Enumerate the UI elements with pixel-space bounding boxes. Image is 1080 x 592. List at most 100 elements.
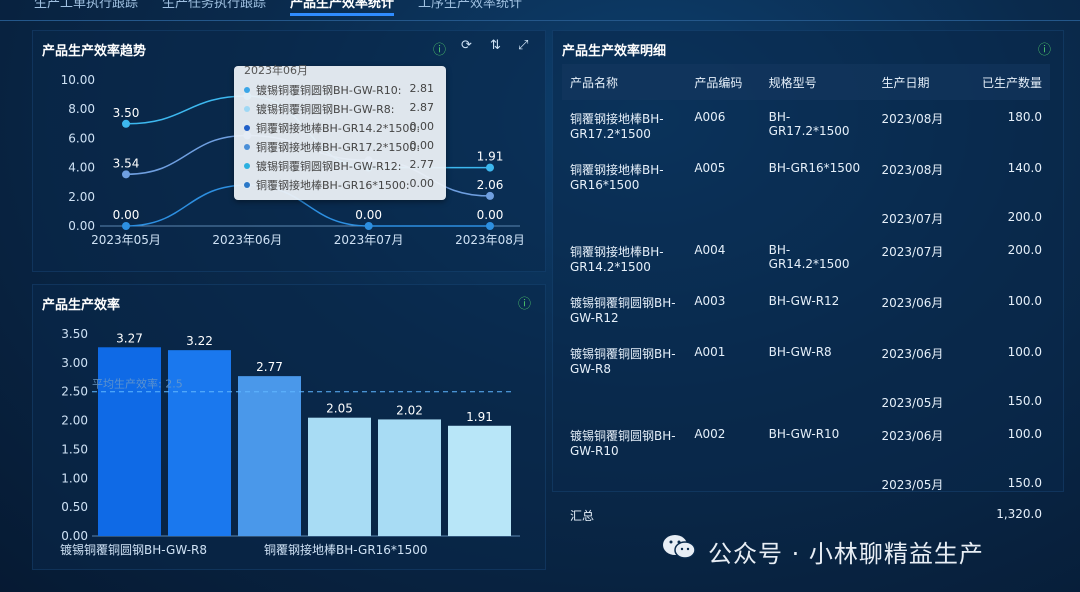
cell-product-code	[686, 201, 760, 233]
y-tick-label: 4.00	[68, 161, 95, 175]
y-tick-label: 3.00	[61, 356, 88, 370]
data-point	[122, 170, 130, 179]
cell-product-name	[562, 201, 686, 233]
data-label: 3.54	[113, 156, 140, 170]
y-tick-label: 6.00	[68, 131, 95, 145]
table-row[interactable]: 铜覆钢接地棒BH-GR14.2*1500 A004 BH-GR14.2*1500 20…	[562, 233, 1050, 284]
data-point	[486, 163, 494, 172]
wechat-logo-icon	[663, 535, 696, 559]
data-label: 2.06	[477, 178, 504, 192]
cell-product-name: 镀锡铜覆铜圆钢BH-GW-R10	[570, 429, 676, 458]
bar	[238, 376, 301, 536]
total-value: 1,320.0	[996, 507, 1042, 521]
tooltip-series-value: 0.00	[409, 120, 435, 133]
data-label: 3.50	[113, 106, 140, 120]
legend-dot-icon	[244, 144, 250, 150]
cell-spec: BH-GW-R8	[768, 345, 832, 359]
table-row[interactable]: 2023/07月 200.0	[562, 201, 1050, 233]
data-point	[486, 191, 494, 200]
refresh-icon[interactable]: ⟳	[461, 38, 472, 53]
x-tick-label: 2023年07月	[334, 233, 404, 247]
x-tick-label: 2023年08月	[455, 233, 525, 247]
x-tick-label: 2023年06月	[212, 233, 282, 247]
cell-product-name	[562, 385, 686, 417]
efficiency-panel-title: 产品生产效率	[42, 298, 121, 313]
cell-spec: BH-GW-R10	[768, 427, 840, 441]
bar-value-label: 2.02	[396, 403, 423, 417]
table-row[interactable]: 镀锡铜覆铜圆钢BH-GW-R10 A002 BH-GW-R10 2023/06月 100…	[562, 417, 1050, 467]
cell-spec: BH-GR16*1500	[768, 161, 861, 175]
tooltip-series-name: 镀锡铜覆铜圆钢BH-GW-R12:	[256, 160, 402, 173]
tooltip-series-name: 铜覆钢接地棒BH-GR14.2*1500:	[256, 122, 421, 135]
tooltip-series-name: 镀锡铜覆铜圆钢BH-GW-R8:	[256, 103, 395, 116]
table-row[interactable]: 2023/05月 150.0	[562, 385, 1050, 417]
y-tick-label: 2.00	[61, 414, 88, 428]
data-label: 0.00	[113, 208, 140, 222]
cell-product-code: A002	[694, 427, 726, 441]
data-point	[122, 222, 130, 230]
tooltip-series-value: 0.00	[409, 139, 435, 152]
cell-qty: 180.0	[1007, 110, 1042, 124]
tab-product-efficiency[interactable]: 产品生产效率统计	[290, 0, 395, 16]
trend-panel-title: 产品生产效率趋势	[42, 44, 147, 59]
sort-icon[interactable]: ⇅	[490, 38, 501, 53]
tab-task[interactable]: 生产任务执行跟踪	[162, 0, 266, 11]
table-total-row: 汇总 1,320.0	[562, 499, 1050, 535]
table-row[interactable]: 铜覆钢接地棒BH-GR17.2*1500 A006 BH-GR17.2*1500 20…	[562, 100, 1050, 151]
cell-product-code: A006	[694, 110, 726, 124]
cell-spec	[761, 201, 874, 233]
cell-spec: BH-GR17.2*1500	[768, 110, 850, 138]
cell-date: 2023/05月	[881, 396, 944, 410]
cell-qty: 100.0	[1007, 427, 1042, 441]
tab-work-order[interactable]: 生产工单执行跟踪	[34, 0, 138, 11]
col-product-name[interactable]: 产品名称	[562, 64, 687, 100]
cell-date: 2023/08月	[881, 112, 944, 126]
table-header-row: 产品名称 产品编码 规格型号 生产日期 已生产数量	[562, 64, 1050, 100]
bar-value-label: 3.27	[116, 331, 143, 345]
cell-qty: 100.0	[1007, 294, 1042, 308]
table-row[interactable]: 镀锡铜覆铜圆钢BH-GW-R8 A001 BH-GW-R8 2023/06月 100.0	[562, 335, 1050, 385]
col-date[interactable]: 生产日期	[873, 64, 963, 100]
cell-date: 2023/06月	[881, 296, 944, 310]
bar-value-label: 1.91	[466, 410, 493, 424]
cell-date: 2023/07月	[881, 212, 944, 226]
y-tick-label: 1.00	[61, 471, 88, 485]
tooltip-row: 铜覆钢接地棒BH-GR16*1500: 0.00	[244, 177, 440, 195]
table-row[interactable]: 镀锡铜覆铜圆钢BH-GW-R12 A003 BH-GW-R12 2023/06月 100…	[562, 284, 1050, 335]
fullscreen-icon[interactable]: ⤢	[518, 38, 528, 53]
legend-dot-icon	[244, 125, 250, 131]
col-qty[interactable]: 已生产数量	[962, 64, 1050, 100]
col-spec[interactable]: 规格型号	[760, 64, 874, 100]
table-row[interactable]: 铜覆钢接地棒BH-GR16*1500 A005 BH-GR16*1500 2023/0…	[562, 151, 1050, 201]
tooltip-row: 铜覆钢接地棒BH-GR14.2*1500: 0.00	[244, 120, 440, 138]
info-icon[interactable]: ⓘ	[433, 39, 446, 58]
tab-process-efficiency[interactable]: 工序生产效率统计	[418, 0, 522, 11]
tooltip-series-name: 镀锡铜覆铜圆钢BH-GW-R10:	[256, 84, 402, 97]
cell-product-code	[686, 385, 760, 417]
bar	[448, 425, 511, 536]
bar	[98, 347, 161, 536]
average-reference-label: 平均生产效率: 2.5	[92, 377, 183, 391]
data-label: 0.00	[355, 208, 382, 222]
y-tick-label: 0.00	[61, 529, 88, 543]
tooltip-row: 铜覆钢接地棒BH-GR17.2*1500: 0.00	[244, 139, 440, 157]
tooltip-series-name: 铜覆钢接地棒BH-GR16*1500:	[256, 179, 410, 192]
col-product-code[interactable]: 产品编码	[686, 64, 761, 100]
data-point	[486, 222, 494, 230]
cell-spec: BH-GW-R12	[768, 294, 840, 308]
table-row[interactable]: 2023/05月 150.0	[562, 467, 1050, 499]
cell-qty: 140.0	[1007, 161, 1042, 175]
tooltip-header: 2023年06月	[244, 64, 308, 77]
tooltip-row: 镀锡铜覆铜圆钢BH-GW-R10: 2.81	[244, 82, 440, 100]
cell-product-name: 铜覆钢接地棒BH-GR16*1500	[570, 163, 664, 192]
info-icon[interactable]: ⓘ	[1038, 39, 1051, 58]
data-point	[122, 119, 130, 128]
cell-spec	[761, 467, 874, 499]
top-nav: 生产工单执行跟踪 生产任务执行跟踪 产品生产效率统计 工序生产效率统计	[0, 0, 1080, 21]
info-icon[interactable]: ⓘ	[518, 293, 531, 312]
cell-date: 2023/05月	[881, 478, 944, 492]
bar-value-label: 3.22	[186, 334, 213, 348]
tooltip-series-value: 0.00	[409, 177, 435, 190]
bar	[378, 419, 441, 536]
bar-value-label: 2.05	[326, 402, 353, 416]
